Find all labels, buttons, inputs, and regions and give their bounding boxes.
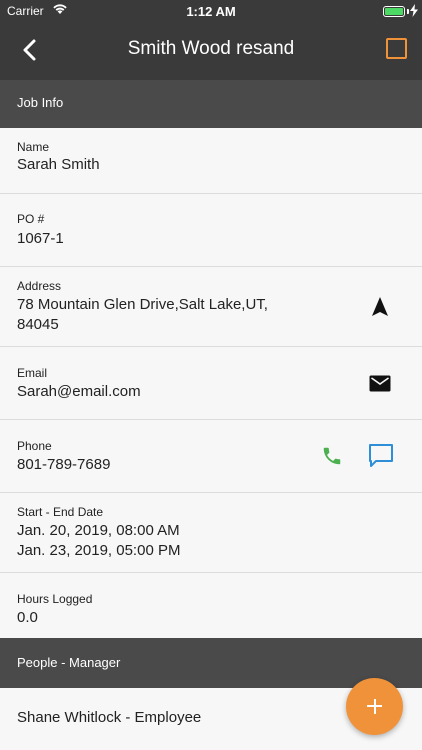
dates-label: Start - End Date	[17, 505, 104, 519]
hours-row: Hours Logged 0.0	[0, 573, 422, 638]
phone-row: Phone 801-789-7689	[0, 420, 422, 493]
phone-value: 801-789-7689	[17, 456, 111, 473]
battery-icon	[383, 6, 405, 17]
address-row: Address 78 Mountain Glen Drive,Salt Lake…	[0, 267, 422, 347]
name-value: Sarah Smith	[17, 156, 100, 173]
name-label: Name	[17, 140, 50, 154]
end-date-value: Jan. 23, 2019, 05:00 PM	[17, 542, 181, 559]
message-icon[interactable]	[367, 442, 395, 475]
clock: 1:12 AM	[186, 4, 236, 19]
email-row: Email Sarah@email.com	[0, 347, 422, 420]
page-title: Smith Wood resand	[127, 38, 295, 59]
dates-row: Start - End Date Jan. 20, 2019, 08:00 AM…	[0, 493, 422, 573]
complete-checkbox[interactable]	[386, 38, 407, 59]
po-value: 1067-1	[17, 230, 64, 247]
status-bar: Carrier 1:12 AM	[0, 0, 422, 22]
add-button[interactable]	[346, 678, 403, 735]
hours-label: Hours Logged	[17, 592, 93, 606]
start-date-value: Jan. 20, 2019, 08:00 AM	[17, 522, 180, 539]
navigation-arrow-icon[interactable]	[370, 296, 390, 323]
section-header-people: People - Manager	[0, 638, 422, 688]
nav-bar: Smith Wood resand	[0, 22, 422, 80]
address-line-1: 78 Mountain Glen Drive,Salt Lake,UT,	[17, 296, 268, 313]
address-label: Address	[17, 279, 62, 293]
back-button[interactable]	[18, 37, 44, 63]
battery-level	[385, 8, 403, 15]
charging-bolt-icon	[410, 4, 418, 20]
app-screen: Carrier 1:12 AM Smith Wood resand Job In…	[0, 0, 422, 750]
email-label: Email	[17, 366, 48, 380]
chevron-left-icon	[23, 39, 36, 61]
battery-tip	[407, 9, 409, 14]
po-label: PO #	[17, 212, 45, 226]
name-row: Name Sarah Smith	[0, 128, 422, 194]
address-line-2: 84045	[17, 316, 59, 333]
email-value: Sarah@email.com	[17, 383, 141, 400]
phone-label: Phone	[17, 439, 52, 453]
section-header-job-info: Job Info	[0, 80, 422, 128]
plus-icon-bar	[373, 699, 376, 714]
mail-icon[interactable]	[369, 375, 391, 397]
person-name: Shane Whitlock - Employee	[17, 709, 202, 726]
hours-value: 0.0	[17, 609, 38, 626]
phone-icon[interactable]	[321, 445, 343, 472]
po-row: PO # 1067-1	[0, 194, 422, 267]
